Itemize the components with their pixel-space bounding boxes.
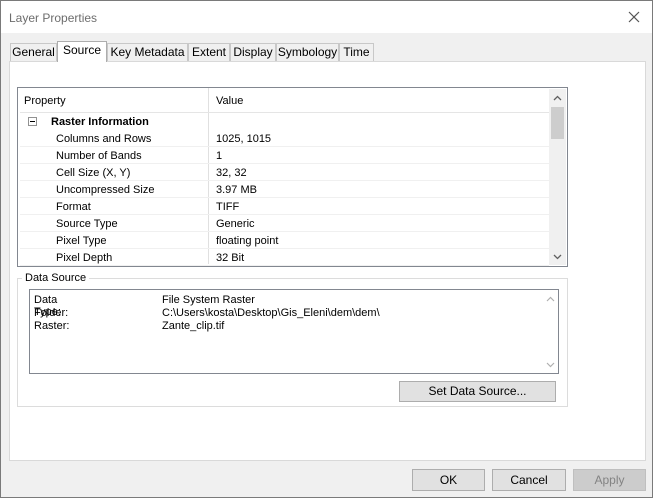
close-icon xyxy=(628,11,640,23)
property-key: Source Type xyxy=(56,218,118,230)
close-button[interactable] xyxy=(622,5,646,29)
group-label: Raster Information xyxy=(51,116,149,128)
textbox-scrollbar[interactable] xyxy=(542,290,558,373)
tab-extent[interactable]: Extent xyxy=(188,43,230,61)
scroll-up-button[interactable] xyxy=(549,89,566,106)
collapse-icon[interactable] xyxy=(28,117,37,126)
group-raster-information[interactable]: Raster Information xyxy=(20,113,549,130)
grid-scrollbar[interactable] xyxy=(549,89,566,265)
property-value: Generic xyxy=(216,218,255,230)
chevron-up-icon xyxy=(553,95,562,100)
tab-display[interactable]: Display xyxy=(230,43,276,61)
property-key: Pixel Type xyxy=(56,235,107,247)
property-value: 32 Bit xyxy=(216,252,245,264)
set-data-source-button[interactable]: Set Data Source... xyxy=(399,381,556,402)
property-key: Cell Size (X, Y) xyxy=(56,167,131,179)
property-row[interactable]: Source Type Generic xyxy=(20,215,549,232)
data-source-value: Zante_clip.tif xyxy=(162,320,225,332)
data-source-legend: Data Source xyxy=(22,272,90,284)
tab-time[interactable]: Time xyxy=(339,43,374,61)
tab-general[interactable]: General xyxy=(10,43,57,61)
data-source-value: File System Raster xyxy=(162,294,255,306)
ok-button[interactable]: OK xyxy=(412,469,485,491)
header-value: Value xyxy=(216,95,244,107)
property-row[interactable]: Pixel Depth 32 Bit xyxy=(20,249,549,266)
data-source-textbox[interactable]: Data Type: File System Raster Folder: C:\U… xyxy=(29,289,559,374)
tab-source[interactable]: Source xyxy=(57,41,107,62)
tab-symbology[interactable]: Symbology xyxy=(276,43,339,61)
property-value: 3.97 MB xyxy=(216,184,257,196)
window-title: Layer Properties xyxy=(9,11,98,25)
property-key: Uncompressed Size xyxy=(56,184,155,196)
property-row[interactable]: Number of Bands 1 xyxy=(20,147,549,164)
apply-button[interactable]: Apply xyxy=(573,469,646,491)
grid-header: Property Value xyxy=(20,90,549,113)
textbox-scroll-up[interactable] xyxy=(542,290,558,307)
scroll-thumb[interactable] xyxy=(551,107,564,139)
property-value: 32, 32 xyxy=(216,167,247,179)
property-value: 1 xyxy=(216,150,223,162)
title-bar: Layer Properties xyxy=(1,1,652,33)
property-value: floating point xyxy=(216,235,279,247)
raster-property-grid[interactable]: Property Value Raster Information Column… xyxy=(17,87,568,267)
property-row[interactable]: Pixel Type floating point xyxy=(20,232,549,249)
data-source-key: Raster: xyxy=(34,320,70,332)
property-row[interactable]: Format TIFF xyxy=(20,198,549,215)
chevron-up-icon xyxy=(546,296,554,301)
property-key: Format xyxy=(56,201,91,213)
property-row[interactable]: Columns and Rows 1025, 1015 xyxy=(20,130,549,147)
chevron-down-icon xyxy=(553,254,562,259)
property-value: TIFF xyxy=(216,201,240,213)
tab-key-metadata[interactable]: Key Metadata xyxy=(107,43,188,61)
property-row[interactable]: Cell Size (X, Y) 32, 32 xyxy=(20,164,549,181)
data-source-key: Folder: xyxy=(34,307,69,319)
property-key: Number of Bands xyxy=(56,150,142,162)
chevron-down-icon xyxy=(546,362,554,367)
property-row[interactable]: Uncompressed Size 3.97 MB xyxy=(20,181,549,198)
data-source-value: C:\Users\kosta\Desktop\Gis_Eleni\dem\dem… xyxy=(162,307,380,319)
property-value: 1025, 1015 xyxy=(216,133,272,145)
textbox-scroll-down[interactable] xyxy=(542,356,558,373)
property-key: Pixel Depth xyxy=(56,252,113,264)
header-property: Property xyxy=(24,95,66,107)
cancel-button[interactable]: Cancel xyxy=(492,469,566,491)
property-key: Columns and Rows xyxy=(56,133,152,145)
scroll-down-button[interactable] xyxy=(549,248,566,265)
